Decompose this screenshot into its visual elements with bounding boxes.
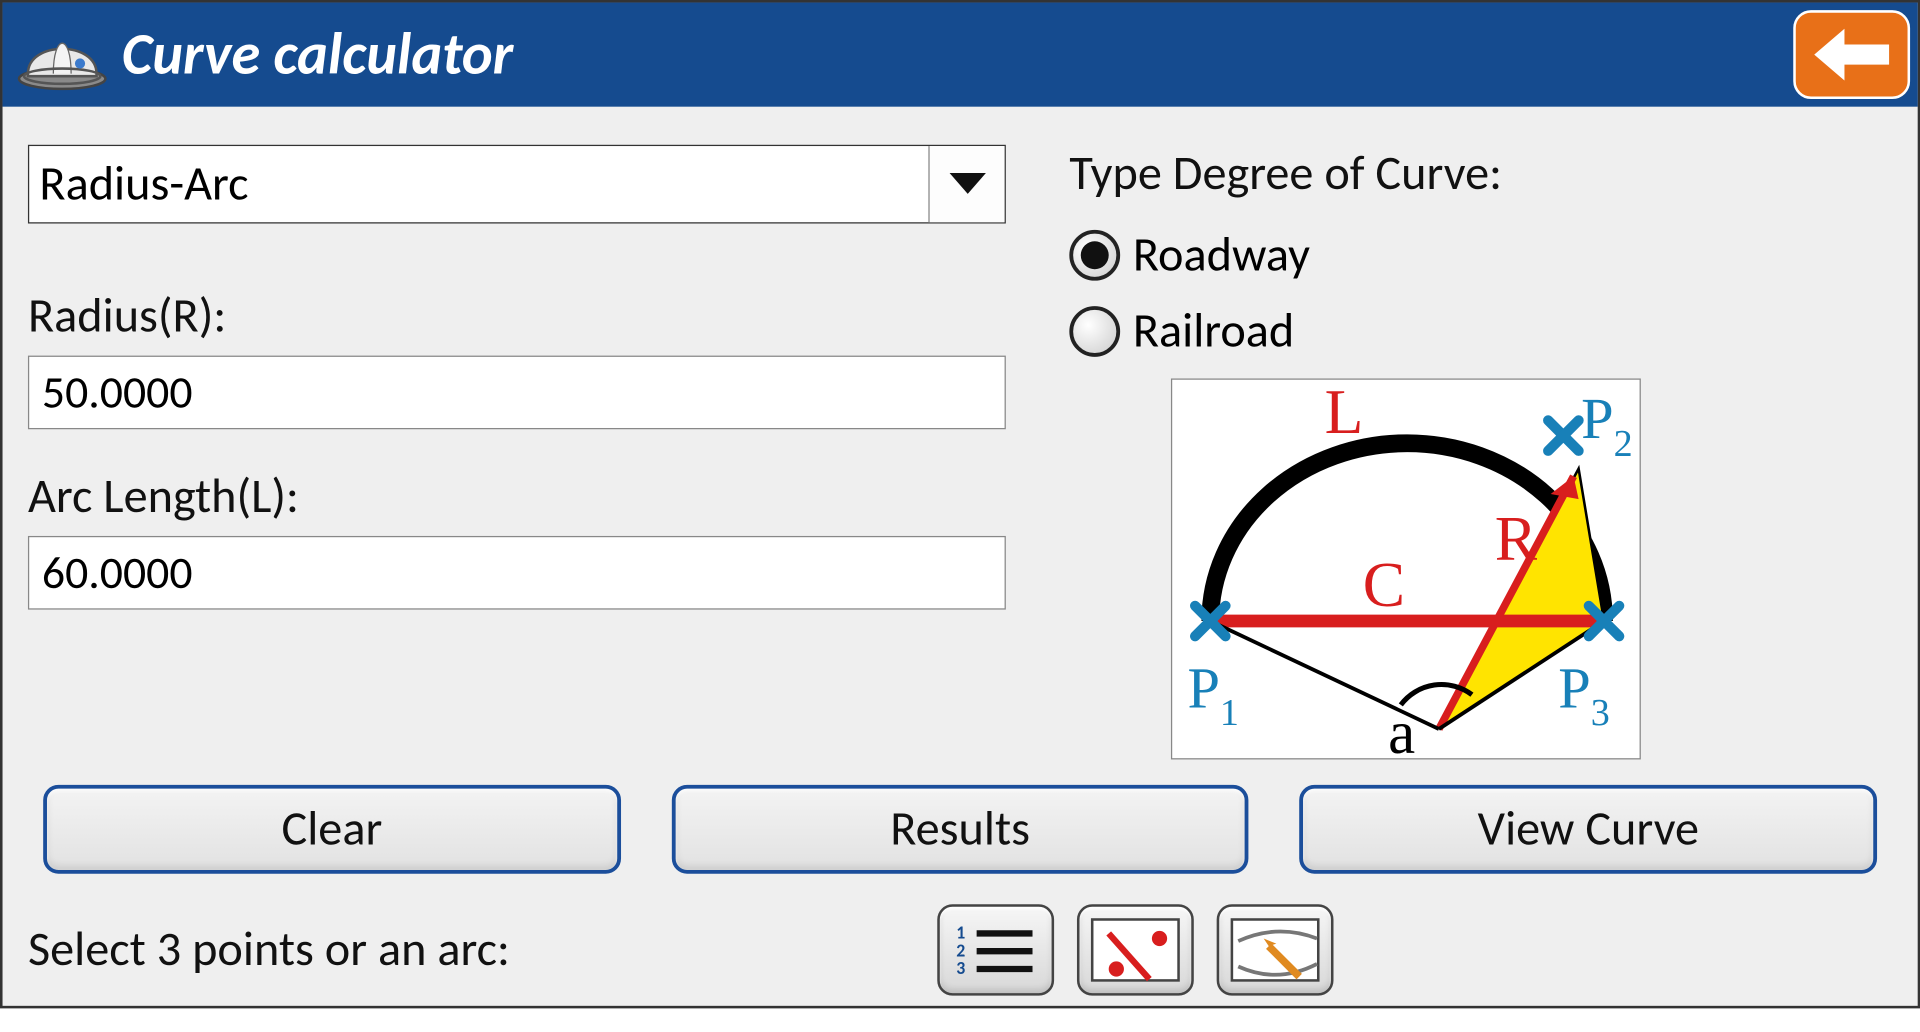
- diagram-R: R: [1495, 503, 1538, 574]
- radio-railroad[interactable]: Railroad: [1069, 302, 1892, 360]
- pick-tools: 1 2 3: [937, 904, 1333, 995]
- content-area: Radius-Arc Radius(R): Arc Length(L): Typ…: [3, 107, 1918, 1006]
- method-dropdown[interactable]: Radius-Arc: [28, 145, 1006, 224]
- pick-from-list-button[interactable]: 1 2 3: [937, 904, 1054, 995]
- type-degree-label: Type Degree of Curve:: [1069, 145, 1892, 203]
- diagram-P3: P3: [1558, 655, 1610, 734]
- title-bar: Curve calculator: [3, 3, 1918, 107]
- diagram-L: L: [1325, 380, 1364, 447]
- list-icon: 1 2 3: [951, 918, 1040, 982]
- radio-railroad-label: Railroad: [1133, 302, 1294, 360]
- diagram-P2: P2: [1581, 386, 1633, 465]
- chevron-down-icon: [928, 146, 1004, 222]
- right-column: Type Degree of Curve: Roadway Railroad: [1069, 145, 1892, 760]
- diagram-a: a: [1388, 700, 1415, 761]
- pick-points-button[interactable]: [1077, 904, 1194, 995]
- hardhat-icon: [15, 18, 109, 92]
- radio-roadway-label: Roadway: [1133, 226, 1310, 284]
- radius-input[interactable]: [28, 356, 1006, 430]
- clear-button[interactable]: Clear: [43, 785, 620, 874]
- results-button[interactable]: Results: [671, 785, 1248, 874]
- select-points-label: Select 3 points or an arc:: [28, 921, 510, 979]
- page-title: Curve calculator: [122, 19, 513, 90]
- footer-row: Select 3 points or an arc: 1 2 3: [28, 904, 1892, 995]
- back-button[interactable]: [1793, 10, 1910, 99]
- back-arrow-icon: [1808, 25, 1894, 83]
- arc-length-label: Arc Length(L):: [28, 467, 1006, 525]
- view-curve-button[interactable]: View Curve: [1300, 785, 1877, 874]
- curve-diagram: L P2 C R P1 a P3: [1171, 378, 1641, 759]
- left-column: Radius-Arc Radius(R): Arc Length(L):: [28, 145, 1006, 648]
- svg-text:3: 3: [956, 957, 965, 979]
- map-pick-icon: [1231, 918, 1320, 982]
- radio-railroad-indicator: [1069, 306, 1120, 357]
- arc-length-input[interactable]: [28, 536, 1006, 610]
- pick-from-map-button[interactable]: [1217, 904, 1334, 995]
- diagram-P1: P1: [1187, 655, 1239, 734]
- diagram-C: C: [1363, 549, 1405, 620]
- radius-label: Radius(R):: [28, 287, 1006, 345]
- dropdown-selected: Radius-Arc: [39, 155, 248, 213]
- radio-roadway[interactable]: Roadway: [1069, 226, 1892, 284]
- action-button-row: Clear Results View Curve: [28, 785, 1892, 874]
- radio-roadway-indicator: [1069, 230, 1120, 281]
- app-window: Curve calculator Radius-Arc Radius(R): A…: [0, 0, 1920, 1008]
- points-icon: [1091, 918, 1180, 982]
